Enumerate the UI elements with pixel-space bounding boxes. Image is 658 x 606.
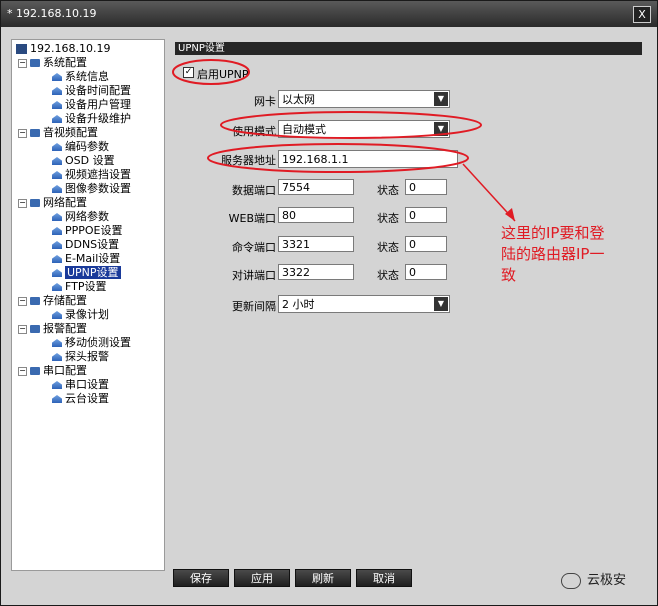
annotation-line: 陆的路由器IP一 bbox=[501, 245, 605, 263]
window: * 192.168.10.19 X 192.168.10.19 − 系统配置 系统… bbox=[0, 0, 658, 606]
annotation-line: 致 bbox=[501, 266, 517, 284]
enable-upnp-highlight bbox=[172, 59, 250, 85]
watermark: 云极安 bbox=[561, 569, 626, 589]
annotation-line: 这里的IP要和登 bbox=[501, 224, 605, 242]
mode-highlight bbox=[220, 111, 482, 139]
annotation-overlay bbox=[172, 59, 516, 222]
server-address-highlight bbox=[207, 143, 469, 173]
annotation-text: 这里的IP要和登 陆的路由器IP一 致 bbox=[501, 223, 604, 286]
arrow-head-icon bbox=[505, 208, 515, 221]
wechat-icon bbox=[561, 572, 581, 589]
